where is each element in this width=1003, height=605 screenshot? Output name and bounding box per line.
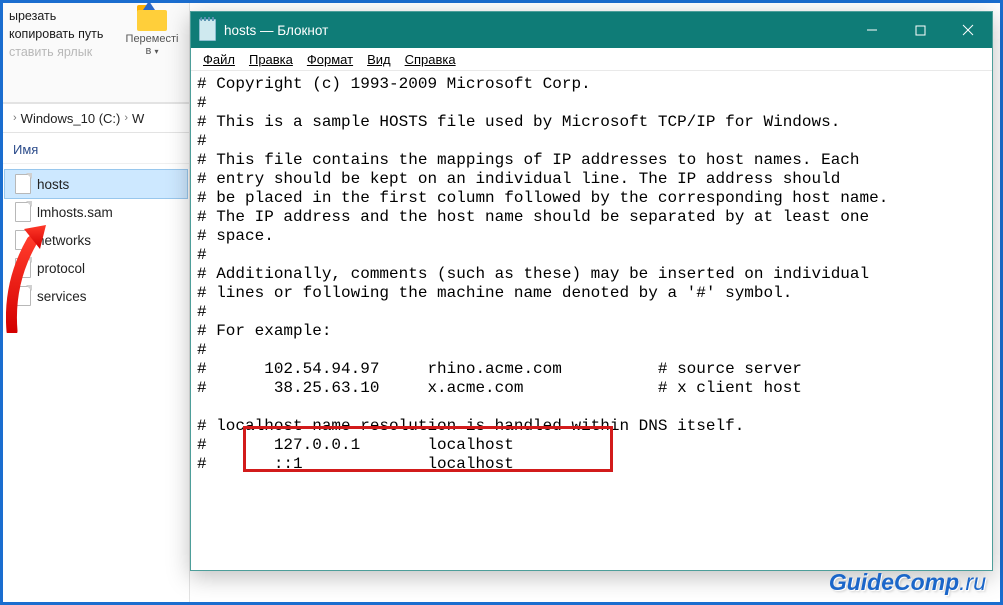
chevron-down-icon: ▾ (154, 47, 158, 56)
file-name: services (37, 289, 87, 304)
watermark-tld: .ru (959, 569, 986, 595)
menu-edit[interactable]: Правка (243, 50, 299, 69)
file-icon (15, 286, 31, 306)
ribbon-move-to[interactable]: Переместі в ▾ (116, 5, 188, 57)
menu-view[interactable]: Вид (361, 50, 397, 69)
file-item-lmhosts[interactable]: lmhosts.sam (5, 198, 187, 226)
chevron-right-icon: › (120, 112, 132, 124)
breadcrumb-item[interactable]: Windows_10 (C:) (21, 111, 121, 126)
menu-help[interactable]: Справка (399, 50, 462, 69)
titlebar[interactable]: hosts — Блокнот (191, 12, 992, 48)
file-item-services[interactable]: services (5, 282, 187, 310)
menu-file[interactable]: Файл (197, 50, 241, 69)
breadcrumb[interactable]: › Windows_10 (C:) › W (3, 103, 189, 133)
chevron-right-icon: › (9, 112, 21, 124)
window-title: hosts — Блокнот (224, 23, 328, 38)
watermark: GuideComp.ru (829, 569, 986, 596)
watermark-brand: GuideComp (829, 569, 959, 595)
minimize-button[interactable] (848, 12, 896, 48)
close-button[interactable] (944, 12, 992, 48)
explorer-pane: ырезать копировать путь ставить ярлык Пе… (3, 3, 190, 602)
annotation-highlight-box (243, 426, 613, 472)
file-icon (15, 202, 31, 222)
file-item-hosts[interactable]: hosts (5, 170, 187, 198)
file-list: hosts lmhosts.sam networks protocol serv… (3, 164, 189, 316)
menubar: Файл Правка Формат Вид Справка (191, 48, 992, 71)
maximize-button[interactable] (896, 12, 944, 48)
text-area[interactable]: # Copyright (c) 1993-2009 Microsoft Corp… (191, 71, 992, 570)
file-icon (15, 258, 31, 278)
move-to-label: Переместі (126, 33, 179, 45)
file-icon (15, 230, 31, 250)
notepad-icon (199, 19, 216, 41)
breadcrumb-item[interactable]: W (132, 111, 144, 126)
folder-move-icon (135, 5, 169, 33)
menu-format[interactable]: Формат (301, 50, 359, 69)
window-controls (848, 12, 992, 48)
file-name: networks (37, 233, 91, 248)
move-to-label-2: в (146, 45, 152, 57)
file-item-protocol[interactable]: protocol (5, 254, 187, 282)
file-name: protocol (37, 261, 85, 276)
file-name: hosts (37, 177, 69, 192)
file-name: lmhosts.sam (37, 205, 113, 220)
file-icon (15, 174, 31, 194)
ribbon: ырезать копировать путь ставить ярлык Пе… (3, 3, 189, 103)
notepad-window: hosts — Блокнот Файл Правка Формат Вид С… (190, 11, 993, 571)
column-header-name[interactable]: Имя (3, 133, 189, 164)
file-item-networks[interactable]: networks (5, 226, 187, 254)
